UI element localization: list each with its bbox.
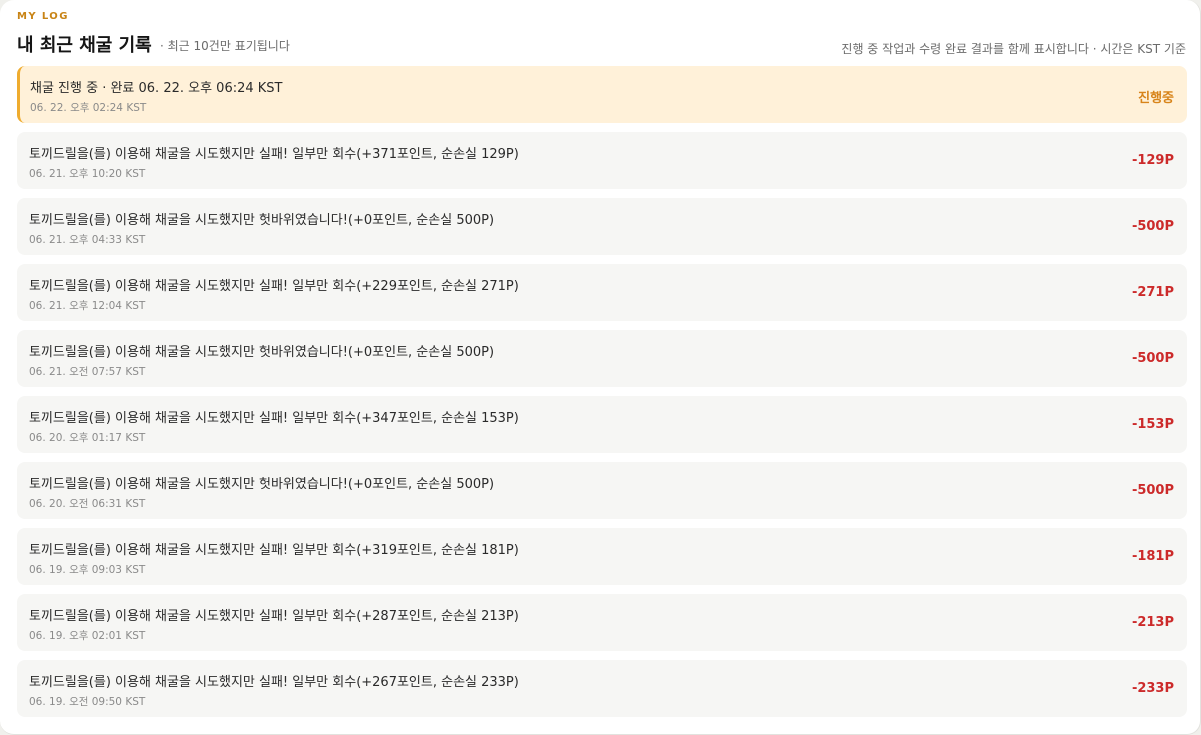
log-amount: -153P <box>1131 417 1174 432</box>
log-message: 토끼드릴을(를) 이용해 채굴을 시도했지만 실패! 일부만 회수(+267포인… <box>29 675 519 690</box>
log-message: 토끼드릴을(를) 이용해 채굴을 시도했지만 실패! 일부만 회수(+229포인… <box>29 279 519 294</box>
log-time: 06. 19. 오후 09:03 KST <box>29 564 146 576</box>
page-subtitle: · 최근 10건만 표기됩니다 <box>160 39 290 53</box>
log-message: 토끼드릴을(를) 이용해 채굴을 시도했지만 헛바위였습니다!(+0포인트, 순… <box>29 345 495 360</box>
section-eyebrow: MY LOG <box>17 11 69 22</box>
log-item: 토끼드릴을(를) 이용해 채굴을 시도했지만 실패! 일부만 회수(+347포인… <box>17 396 1187 453</box>
log-amount: -129P <box>1131 153 1174 168</box>
log-time: 06. 19. 오후 02:01 KST <box>29 630 146 642</box>
log-item-in-progress: 채굴 진행 중 · 완료 06. 22. 오후 06:24 KST 06. 22… <box>17 66 1187 123</box>
log-message: 채굴 진행 중 · 완료 06. 22. 오후 06:24 KST <box>30 81 283 96</box>
log-message: 토끼드릴을(를) 이용해 채굴을 시도했지만 헛바위였습니다!(+0포인트, 순… <box>29 213 495 228</box>
log-amount: -500P <box>1131 483 1174 498</box>
log-time: 06. 20. 오전 06:31 KST <box>29 498 146 510</box>
log-time: 06. 22. 오후 02:24 KST <box>30 102 147 114</box>
log-message: 토끼드릴을(를) 이용해 채굴을 시도했지만 실패! 일부만 회수(+371포인… <box>29 147 519 162</box>
log-item: 토끼드릴을(를) 이용해 채굴을 시도했지만 실패! 일부만 회수(+267포인… <box>17 660 1187 717</box>
page-title: 내 최근 채굴 기록 <box>17 35 152 56</box>
log-message: 토끼드릴을(를) 이용해 채굴을 시도했지만 헛바위였습니다!(+0포인트, 순… <box>29 477 495 492</box>
header-note: 진행 중 작업과 수령 완료 결과를 함께 표시합니다 · 시간은 KST 기준 <box>841 42 1186 56</box>
log-time: 06. 19. 오전 09:50 KST <box>29 696 146 708</box>
log-item: 토끼드릴을(를) 이용해 채굴을 시도했지만 헛바위였습니다!(+0포인트, 순… <box>17 462 1187 519</box>
log-amount: -181P <box>1131 549 1174 564</box>
log-item: 토끼드릴을(를) 이용해 채굴을 시도했지만 실패! 일부만 회수(+229포인… <box>17 264 1187 321</box>
log-message: 토끼드릴을(를) 이용해 채굴을 시도했지만 실패! 일부만 회수(+287포인… <box>29 609 519 624</box>
mining-log-card: MY LOG 내 최근 채굴 기록 · 최근 10건만 표기됩니다 진행 중 작… <box>0 0 1201 735</box>
log-amount: -213P <box>1131 615 1174 630</box>
log-time: 06. 21. 오후 04:33 KST <box>29 234 146 246</box>
log-amount: -500P <box>1131 351 1174 366</box>
log-item: 토끼드릴을(를) 이용해 채굴을 시도했지만 실패! 일부만 회수(+287포인… <box>17 594 1187 651</box>
log-time: 06. 21. 오전 07:57 KST <box>29 366 146 378</box>
log-amount: -271P <box>1131 285 1174 300</box>
log-time: 06. 20. 오후 01:17 KST <box>29 432 146 444</box>
log-amount: -233P <box>1131 681 1174 696</box>
log-time: 06. 21. 오후 12:04 KST <box>29 300 146 312</box>
log-message: 토끼드릴을(를) 이용해 채굴을 시도했지만 실패! 일부만 회수(+347포인… <box>29 411 519 426</box>
log-message: 토끼드릴을(를) 이용해 채굴을 시도했지만 실패! 일부만 회수(+319포인… <box>29 543 519 558</box>
log-item: 토끼드릴을(를) 이용해 채굴을 시도했지만 실패! 일부만 회수(+371포인… <box>17 132 1187 189</box>
log-amount: -500P <box>1131 219 1174 234</box>
log-item: 토끼드릴을(를) 이용해 채굴을 시도했지만 헛바위였습니다!(+0포인트, 순… <box>17 198 1187 255</box>
log-status-badge: 진행중 <box>1138 91 1174 106</box>
log-time: 06. 21. 오후 10:20 KST <box>29 168 146 180</box>
log-item: 토끼드릴을(를) 이용해 채굴을 시도했지만 실패! 일부만 회수(+319포인… <box>17 528 1187 585</box>
log-list: 채굴 진행 중 · 완료 06. 22. 오후 06:24 KST 06. 22… <box>17 66 1187 726</box>
log-item: 토끼드릴을(를) 이용해 채굴을 시도했지만 헛바위였습니다!(+0포인트, 순… <box>17 330 1187 387</box>
